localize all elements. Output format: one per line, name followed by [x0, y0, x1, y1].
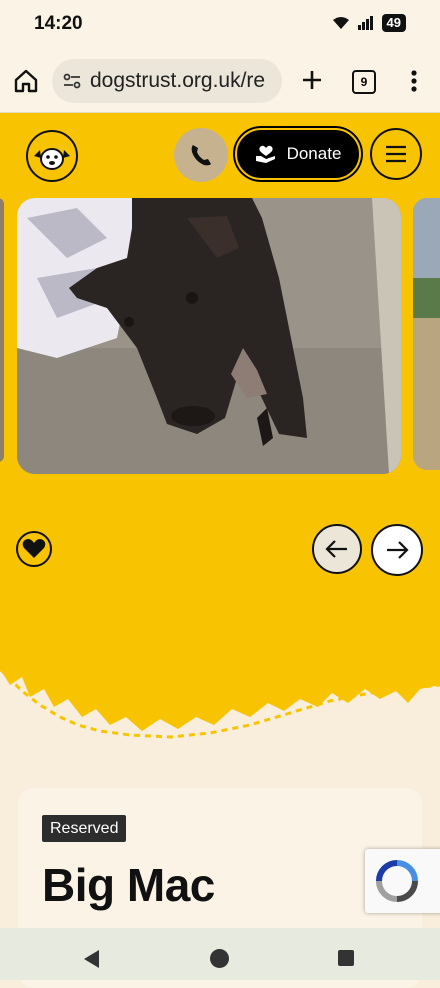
- battery-indicator: 49: [381, 14, 406, 32]
- signal-icon: [357, 16, 373, 30]
- address-bar[interactable]: dogstrust.org.uk/re: [52, 59, 282, 103]
- url-text: dogstrust.org.uk/re: [90, 69, 266, 92]
- phone-icon: [191, 145, 211, 166]
- plus-icon[interactable]: [298, 66, 326, 94]
- status-badge: Reserved: [42, 815, 127, 842]
- home-icon[interactable]: [12, 67, 40, 95]
- status-bar: 14:20 49: [0, 0, 440, 50]
- arrow-right-icon: [387, 541, 409, 559]
- nav-home-icon[interactable]: [210, 949, 229, 968]
- recaptcha-badge[interactable]: [365, 849, 440, 913]
- favourite-button[interactable]: [16, 531, 52, 567]
- status-icons: 49: [332, 14, 406, 32]
- previous-photo-button[interactable]: [312, 524, 362, 574]
- carousel-prev-photo[interactable]: [0, 198, 4, 462]
- recaptcha-icon: [376, 860, 418, 902]
- donate-label: Donate: [286, 144, 342, 163]
- nav-back-icon[interactable]: [84, 950, 99, 968]
- next-photo-thumbnail: [413, 198, 440, 470]
- donate-heart-hand-icon: [255, 145, 275, 163]
- arrow-left-icon: [325, 540, 347, 558]
- greyhound-photo-illustration: [17, 198, 401, 474]
- site-settings-icon[interactable]: [62, 71, 82, 91]
- dogs-trust-logo[interactable]: [26, 130, 78, 182]
- dog-name-heading: Big Mac: [42, 859, 215, 911]
- carousel-next-photo[interactable]: [413, 198, 440, 470]
- wifi-icon: [332, 17, 349, 29]
- heart-icon: [22, 539, 46, 558]
- tab-switcher-icon[interactable]: 9: [352, 70, 376, 94]
- hamburger-icon[interactable]: [370, 128, 422, 180]
- nav-recents-icon[interactable]: [338, 950, 354, 966]
- donate-button[interactable]: Donate: [235, 128, 361, 180]
- call-button[interactable]: [174, 128, 228, 182]
- dog-photo[interactable]: [17, 198, 401, 474]
- more-vert-icon[interactable]: [404, 67, 424, 95]
- dog-face-icon: [34, 148, 70, 170]
- status-time: 14:20: [34, 13, 83, 34]
- browser-toolbar: dogstrust.org.uk/re 9: [0, 50, 440, 113]
- next-photo-button[interactable]: [371, 524, 423, 576]
- menu-lines-icon: [386, 145, 406, 163]
